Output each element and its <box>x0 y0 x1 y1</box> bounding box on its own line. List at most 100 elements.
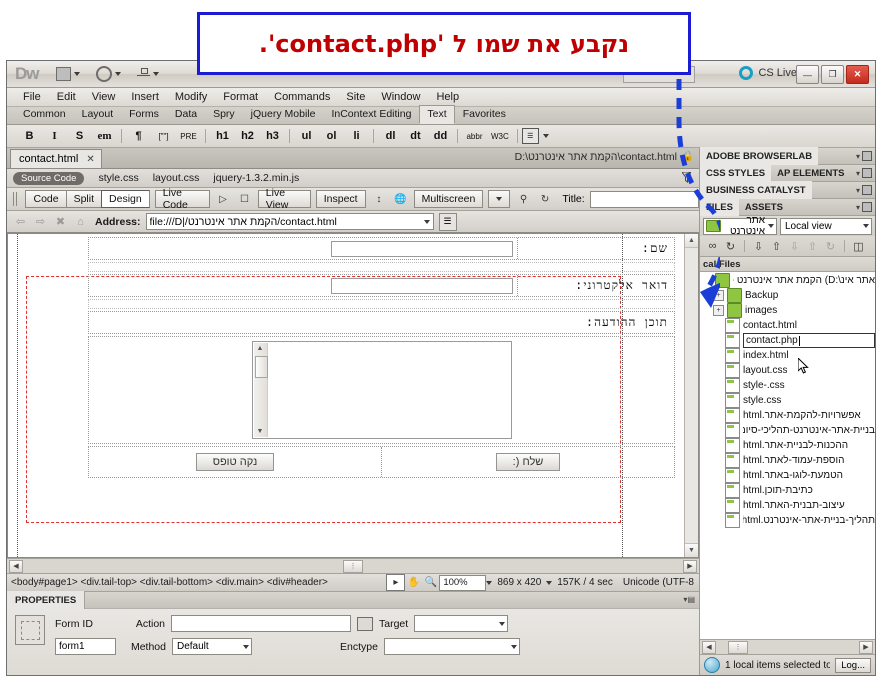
scroll-up-icon[interactable]: ▲ <box>685 234 698 248</box>
multiscreen-dropdown[interactable] <box>488 190 511 208</box>
tag-selector[interactable]: <body#page1> <div.tail-top> <div.tail-bo… <box>7 577 386 588</box>
file-tree-item[interactable]: ההכנות-לבניית-אתר.html <box>700 438 875 453</box>
text-tool-s[interactable]: S <box>67 127 92 145</box>
files-horizontal-scrollbar[interactable]: ◀ ⋮ ▶ <box>700 639 875 654</box>
menu-item-help[interactable]: Help <box>428 90 467 104</box>
text-tool-abbr[interactable]: abbr <box>462 127 487 145</box>
panel-menu-icon[interactable]: ▾ <box>856 168 872 178</box>
close-button[interactable]: ✕ <box>846 65 869 84</box>
insert-tab-favorites[interactable]: Favorites <box>455 105 514 124</box>
live-view-button[interactable]: Live View <box>257 187 311 211</box>
file-tree-item[interactable]: בניית-אתר-אינטרנט-תהליכי-סיום.h <box>700 423 875 438</box>
scroll-down-icon[interactable]: ▼ <box>685 543 698 557</box>
panel-tab-ap-elements[interactable]: AP ELEMENTS <box>771 164 850 182</box>
site-setup-button[interactable] <box>134 66 162 82</box>
files-tree[interactable]: אתר אינ\:D) הקמת אתר אינטרנט - Site + Back… <box>700 272 875 639</box>
hscrollbar-thumb[interactable]: ⋮ <box>728 640 748 654</box>
insert-tab-common[interactable]: Common <box>15 105 74 124</box>
properties-tab[interactable]: PROPERTIES <box>7 591 86 609</box>
menu-item-file[interactable]: File <box>15 90 49 104</box>
file-tree-item-editing[interactable]: contact.php <box>700 333 875 348</box>
text-tool-em[interactable]: em <box>92 127 117 145</box>
scroll-right-icon[interactable]: ▶ <box>859 640 873 654</box>
insert-tab-spry[interactable]: Spry <box>205 105 243 124</box>
back-icon[interactable]: ⇦ <box>13 214 28 229</box>
file-tree-item[interactable]: index.html <box>700 348 875 363</box>
text-tool-b[interactable]: B <box>17 127 42 145</box>
expand-icon[interactable]: + <box>713 290 724 301</box>
panel-tab-assets[interactable]: ASSETS <box>739 198 789 216</box>
forward-icon[interactable]: ⇨ <box>33 214 48 229</box>
menu-item-window[interactable]: Window <box>373 90 428 104</box>
window-size[interactable]: 869 x 420 <box>492 577 546 588</box>
text-tool-[interactable]: [""] <box>151 127 176 145</box>
clear-form-button[interactable]: נקה טופס <box>195 453 275 471</box>
text-tool-h3[interactable]: h3 <box>260 127 285 145</box>
file-tree-item[interactable]: אתר אינ\:D) הקמת אתר אינטרנט - Site <box>700 273 875 288</box>
cs-live-button[interactable]: CS Live <box>739 66 797 80</box>
inspect-button[interactable]: Inspect <box>315 190 366 208</box>
panel-tab-business-catalyst[interactable]: BUSINESS CATALYST <box>700 181 812 199</box>
file-tree-item[interactable]: הטמעת-לוגו-באתר.html <box>700 468 875 483</box>
text-tool-ol[interactable]: ol <box>319 127 344 145</box>
file-tree-item[interactable]: contact.html <box>700 318 875 333</box>
insert-tab-text[interactable]: Text <box>419 105 455 124</box>
scroll-left-icon[interactable]: ◀ <box>702 640 716 654</box>
insert-tab-forms[interactable]: Forms <box>121 105 167 124</box>
zoom-level-select[interactable]: 100% <box>439 574 487 591</box>
css-styles-panel-header[interactable]: CSS STYLES AP ELEMENTS ▾ <box>700 164 875 182</box>
view-mode-select[interactable]: Local view <box>780 217 872 235</box>
hand-tool-icon[interactable]: ✋ <box>405 575 422 590</box>
browserlab-panel-header[interactable]: ADOBE BROWSERLAB ▾ <box>700 147 875 165</box>
text-tool-[interactable]: ¶ <box>126 127 151 145</box>
menu-item-edit[interactable]: Edit <box>49 90 84 104</box>
panel-menu-icon[interactable]: ▾ <box>856 151 872 161</box>
split-view-button[interactable]: Split <box>65 190 102 208</box>
insert-tab-layout[interactable]: Layout <box>74 105 122 124</box>
enctype-select[interactable] <box>383 638 520 655</box>
file-tree-item[interactable]: הוספת-עמוד-לאתר.html <box>700 453 875 468</box>
insert-tab-data[interactable]: Data <box>167 105 205 124</box>
text-tool-pre[interactable]: PRE <box>176 127 201 145</box>
refresh-icon[interactable]: ↻ <box>537 191 554 207</box>
email-input[interactable] <box>331 277 513 294</box>
hscrollbar-thumb[interactable]: ⋮ <box>343 559 363 573</box>
text-tool-dt[interactable]: dt <box>403 127 428 145</box>
view-options-icon[interactable]: ↕ <box>371 191 388 207</box>
scroll-up-icon[interactable]: ▲ <box>254 343 267 354</box>
file-tree-item[interactable]: layout.css <box>700 363 875 378</box>
menu-item-format[interactable]: Format <box>215 90 266 104</box>
panel-tab-files[interactable]: FILES <box>700 198 739 216</box>
canvas-vertical-scrollbar[interactable]: ▲ ▼ <box>684 234 698 557</box>
target-select[interactable] <box>414 615 509 632</box>
business-catalyst-panel-header[interactable]: BUSINESS CATALYST ▾ <box>700 181 875 199</box>
files-panel-header[interactable]: FILES ASSETS ▾ <box>700 198 875 216</box>
chevron-down-icon[interactable] <box>542 134 549 138</box>
text-tool-w3c[interactable]: W3C <box>487 127 513 145</box>
synchronize-icon[interactable]: ↻ <box>822 238 839 254</box>
file-tree-item[interactable]: תהליך-בניית-אתר-אינטרנט.html <box>700 513 875 528</box>
maximize-button[interactable]: ❐ <box>821 65 844 84</box>
scrollbar-thumb[interactable] <box>254 356 268 378</box>
related-file-item[interactable]: style.css <box>98 172 138 184</box>
menu-item-site[interactable]: Site <box>338 90 373 104</box>
menu-item-view[interactable]: View <box>84 90 124 104</box>
toolbar-grip[interactable] <box>13 192 18 206</box>
expand-icon[interactable]: + <box>713 305 724 316</box>
text-tool-li[interactable]: li <box>344 127 369 145</box>
site-select[interactable]: אתר אינטרנט <box>703 215 777 237</box>
scroll-down-icon[interactable]: ▼ <box>254 426 267 437</box>
page-title-input[interactable] <box>589 190 700 208</box>
filter-icon[interactable] <box>681 171 692 183</box>
scroll-left-icon[interactable]: ◀ <box>9 559 23 573</box>
file-tree-item[interactable]: + Backup <box>700 288 875 303</box>
extend-settings-button[interactable] <box>93 64 124 84</box>
file-tree-item[interactable]: + images <box>700 303 875 318</box>
chevron-down-icon[interactable] <box>423 219 430 224</box>
put-files-icon[interactable]: ⇧ <box>768 238 785 254</box>
lock-icon[interactable]: 🔒 <box>682 151 694 162</box>
select-tool-icon[interactable]: ▸ <box>386 574 406 591</box>
panel-tab-browserlab[interactable]: ADOBE BROWSERLAB <box>700 147 819 165</box>
address-input[interactable]: file:///D|/הקמת אתר אינטרנט/contact.html <box>145 213 434 230</box>
insert-tab-jquery-mobile[interactable]: jQuery Mobile <box>243 105 324 124</box>
